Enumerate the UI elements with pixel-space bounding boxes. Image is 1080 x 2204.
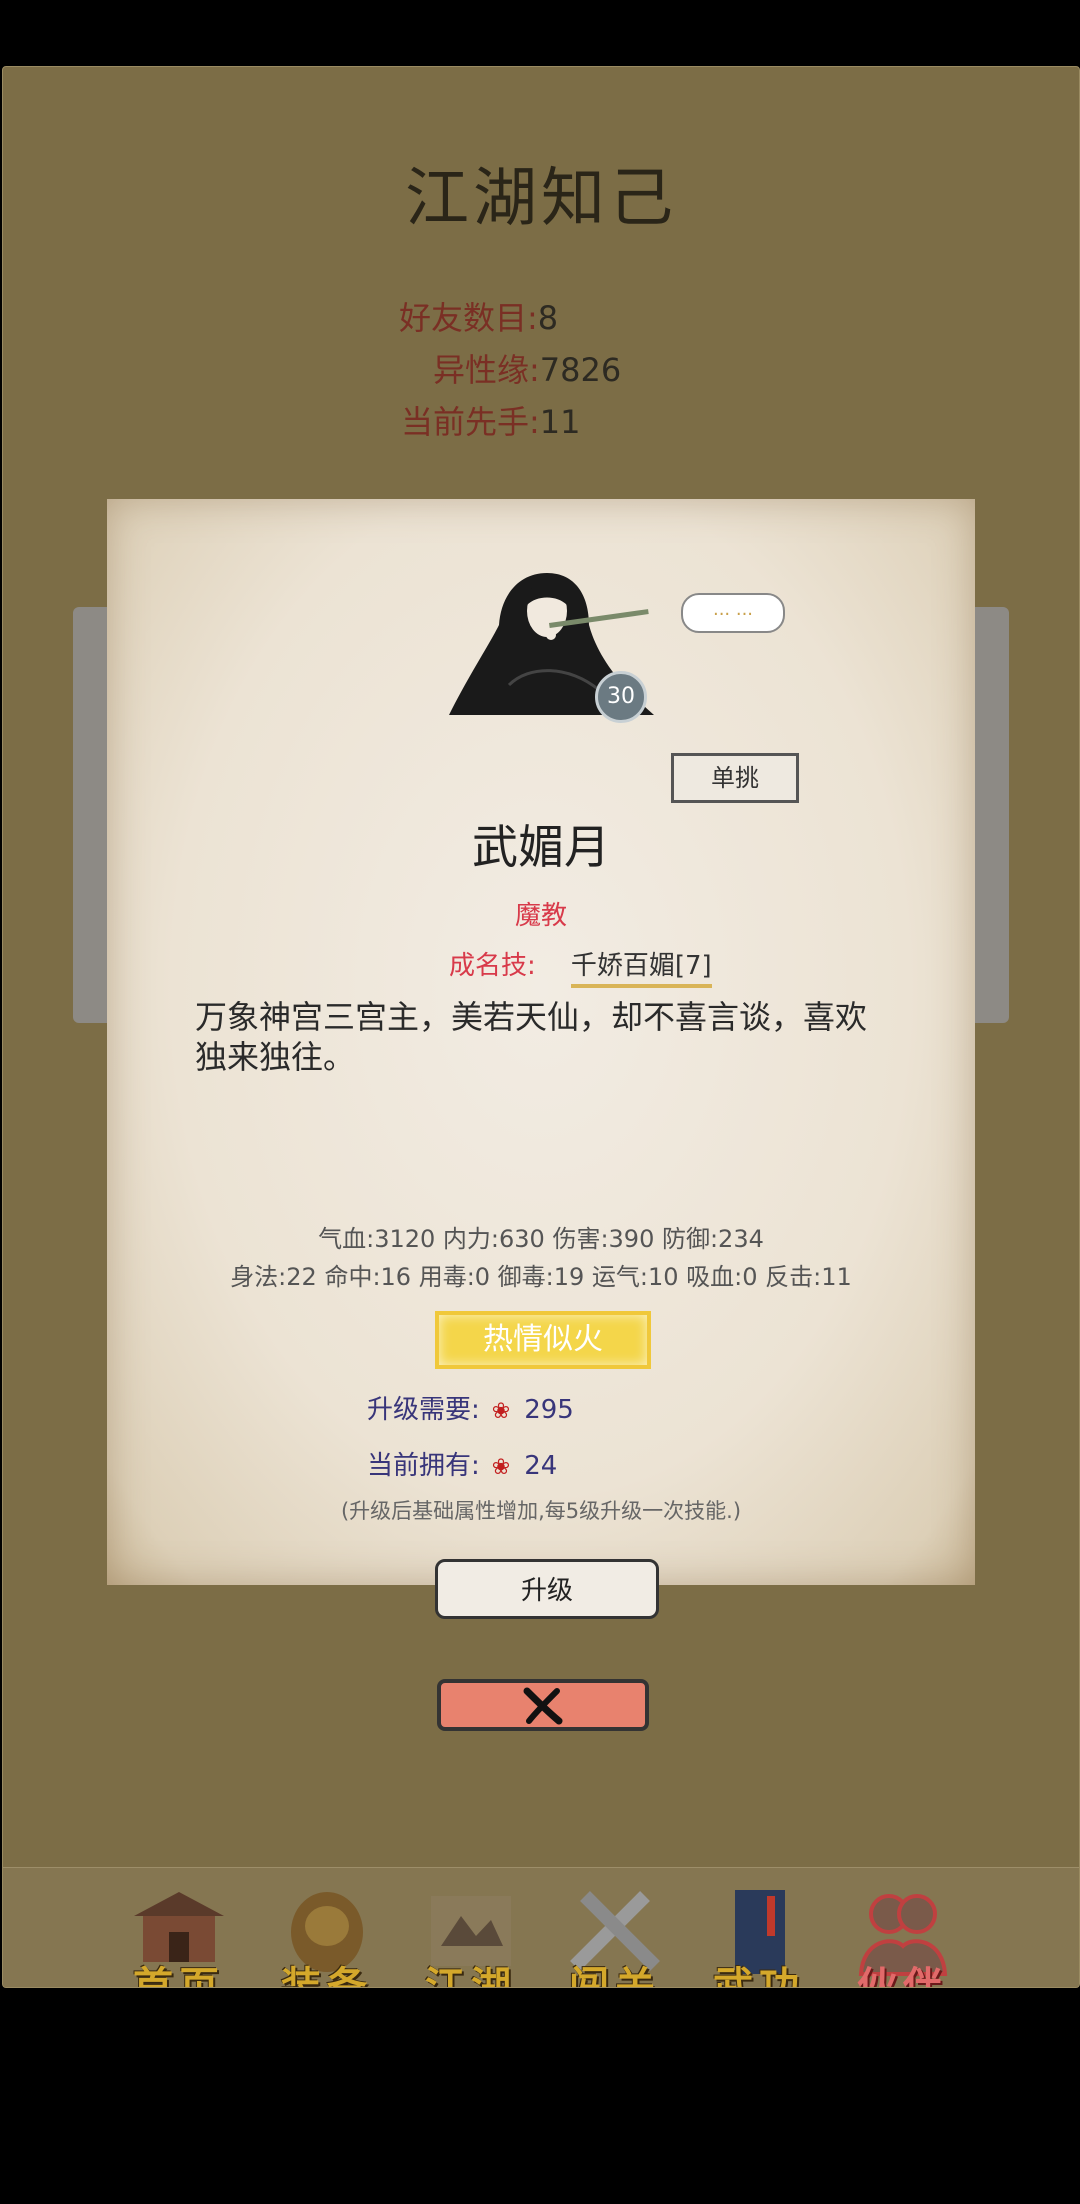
- nav-challenge-label: 闯关: [569, 1963, 661, 1988]
- owned-label: 当前拥有:: [367, 1451, 480, 1481]
- partner-card: 30 ... ... 单挑 武媚月 魔教 成名技: 千娇百媚[7] 万象神宫三宫…: [107, 499, 975, 1619]
- stat-label: 好友数目:: [399, 299, 538, 337]
- upgrade-requirement: 升级需要: ❀ 295: [367, 1389, 574, 1426]
- bottom-nav: 首页 装备 江湖 闯关 武功 伙伴: [3, 1867, 1079, 1988]
- nav-home[interactable]: 首页: [119, 1886, 239, 1988]
- next-card-edge[interactable]: [969, 607, 1009, 1023]
- partner-faction: 魔教: [514, 901, 567, 931]
- duel-button[interactable]: 单挑: [671, 753, 799, 803]
- attributes-secondary: 身法:22 命中:16 用毒:0 御毒:19 运气:10 吸血:0 反击:11: [230, 1263, 852, 1291]
- rose-icon: ❀: [491, 1455, 511, 1480]
- owned-value: 24: [524, 1451, 558, 1481]
- friend-count-stat: 好友数目:8: [399, 293, 558, 339]
- stat-value: 8: [537, 299, 559, 337]
- nav-challenge[interactable]: 闯关: [555, 1886, 675, 1988]
- nav-jianghu[interactable]: 江湖: [411, 1886, 531, 1988]
- owned-roses: 当前拥有: ❀ 24: [367, 1445, 557, 1482]
- partner-name: 武媚月: [472, 820, 610, 874]
- stat-label: 当前先手:: [401, 403, 540, 441]
- speech-bubble[interactable]: ... ...: [681, 593, 785, 633]
- close-button[interactable]: [437, 1679, 649, 1731]
- stat-value: 11: [539, 403, 581, 441]
- affection-status-badge: 热情似火: [435, 1311, 651, 1369]
- stat-label: 异性缘:: [433, 351, 540, 389]
- upgrade-need-value: 295: [524, 1395, 574, 1425]
- signature-skill: 成名技: 千娇百媚[7]: [449, 945, 712, 988]
- game-screen: 江湖知己 好友数目:8 异性缘:7826 当前先手:11 30 ... ... …: [2, 66, 1080, 1988]
- attributes-primary: 气血:3120 内力:630 伤害:390 防御:234: [318, 1225, 764, 1253]
- upgrade-note: (升级后基础属性增加,每5级升级一次技能.): [340, 1499, 742, 1523]
- level-badge: 30: [595, 671, 647, 723]
- nav-equipment[interactable]: 装备: [267, 1886, 387, 1988]
- upgrade-need-label: 升级需要:: [367, 1395, 480, 1425]
- nav-equipment-label: 装备: [281, 1963, 373, 1988]
- initiative-stat: 当前先手:11: [401, 397, 581, 443]
- charm-stat: 异性缘:7826: [433, 345, 621, 391]
- nav-jianghu-label: 江湖: [425, 1963, 517, 1988]
- nav-partners[interactable]: 伙伴: [843, 1886, 963, 1988]
- stat-value: 7826: [539, 351, 622, 389]
- upgrade-button[interactable]: 升级: [435, 1559, 659, 1619]
- nav-martial-arts-label: 武功: [713, 1963, 805, 1988]
- skill-name[interactable]: 千娇百媚[7]: [570, 945, 712, 988]
- nav-martial-arts[interactable]: 武功: [699, 1886, 819, 1988]
- page-title: 江湖知己: [405, 162, 677, 236]
- partner-description: 万象神宫三宫主，美若天仙，却不喜言谈，喜欢独来独往。: [195, 998, 868, 1076]
- close-icon: [523, 1687, 563, 1725]
- nav-partners-label: 伙伴: [857, 1963, 949, 1988]
- nav-home-label: 首页: [133, 1963, 225, 1988]
- rose-icon: ❀: [491, 1399, 511, 1424]
- skill-label: 成名技:: [449, 951, 536, 981]
